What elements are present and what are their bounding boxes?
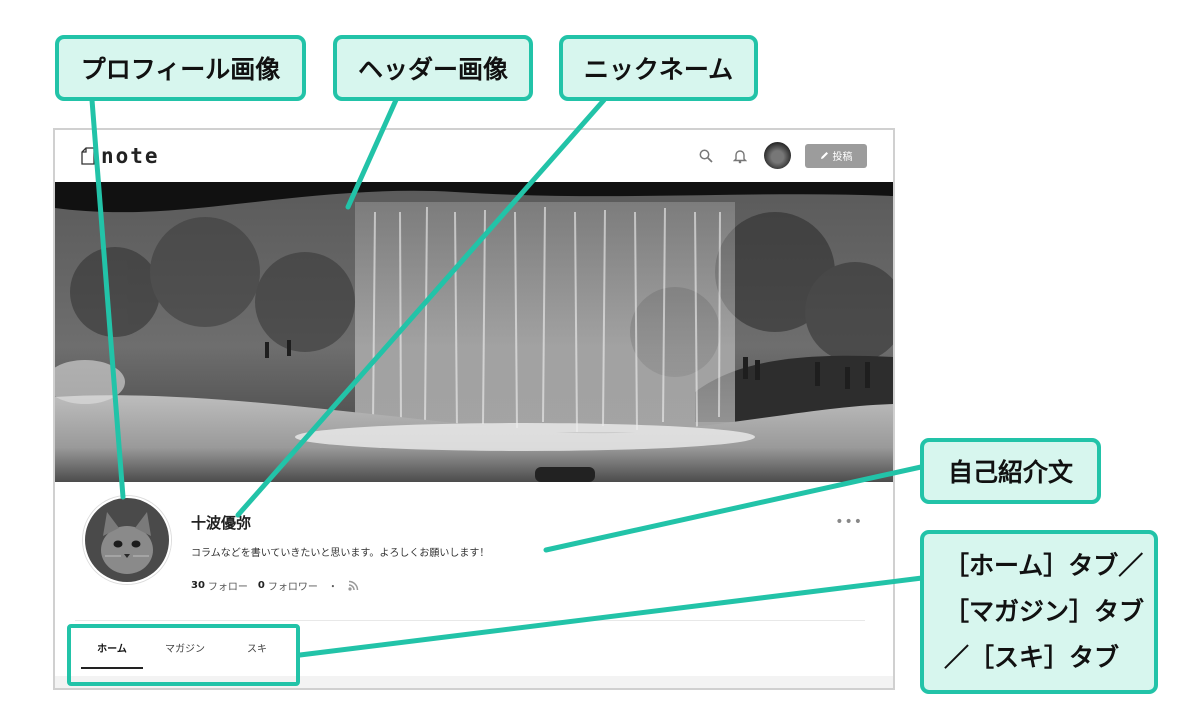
bell-icon[interactable]	[730, 146, 750, 166]
callout-bio-text: 自己紹介文	[947, 458, 1073, 487]
tab-magazine[interactable]: マガジン	[149, 640, 221, 669]
rss-icon[interactable]	[348, 580, 359, 591]
note-logo[interactable]: note	[81, 144, 160, 168]
follower-label[interactable]: フォロワー	[268, 578, 318, 593]
logo-text: note	[101, 144, 160, 168]
separator-dot: ・	[327, 582, 338, 593]
profile-avatar[interactable]	[83, 496, 171, 584]
pencil-icon	[820, 152, 828, 159]
callout-header-image-text: ヘッダー画像	[357, 55, 508, 84]
divider	[75, 620, 865, 621]
tab-home[interactable]: ホーム	[81, 640, 143, 669]
top-navigation-bar: note 投稿	[55, 130, 893, 182]
callout-tabs: ［ホーム］タブ／ ［マガジン］タブ ／［スキ］タブ	[920, 530, 1158, 694]
follow-stats: 30 フォロー 0 フォロワー ・	[191, 578, 359, 593]
note-logo-icon	[81, 147, 95, 165]
bio-text: コラムなどを書いていきたいと思います。よろしくお願いします！	[191, 548, 490, 559]
post-button-label: 投稿	[832, 152, 853, 163]
user-avatar[interactable]	[764, 142, 791, 169]
follow-count[interactable]: 30	[191, 580, 205, 591]
callout-profile-image-text: プロフィール画像	[80, 55, 281, 84]
callout-tabs-line1: ［ホーム］タブ／	[944, 551, 1144, 580]
callout-header-image: ヘッダー画像	[333, 35, 533, 101]
header-image[interactable]	[55, 182, 893, 482]
post-button[interactable]: 投稿	[805, 143, 867, 168]
callout-tabs-line2: ［マガジン］タブ	[944, 597, 1145, 626]
tab-suki[interactable]: スキ	[221, 640, 293, 669]
callout-nickname: ニックネーム	[559, 35, 758, 101]
callout-bio: 自己紹介文	[920, 438, 1101, 504]
callout-profile-image: プロフィール画像	[55, 35, 306, 101]
note-profile-screenshot: note 投稿 十波優弥 コラムなどを書いていきたいと思います。よろしくお願いし…	[53, 128, 895, 690]
search-icon[interactable]	[696, 146, 716, 166]
callout-nickname-text: ニックネーム	[583, 55, 734, 84]
profile-tabs: ホーム マガジン スキ	[81, 640, 293, 669]
follower-count[interactable]: 0	[258, 580, 265, 591]
content-area-edge	[55, 676, 893, 688]
follow-label[interactable]: フォロー	[208, 578, 248, 593]
callout-tabs-line3: ／［スキ］タブ	[944, 643, 1120, 672]
more-options-icon[interactable]: •••	[835, 514, 863, 530]
nickname: 十波優弥	[191, 514, 252, 532]
